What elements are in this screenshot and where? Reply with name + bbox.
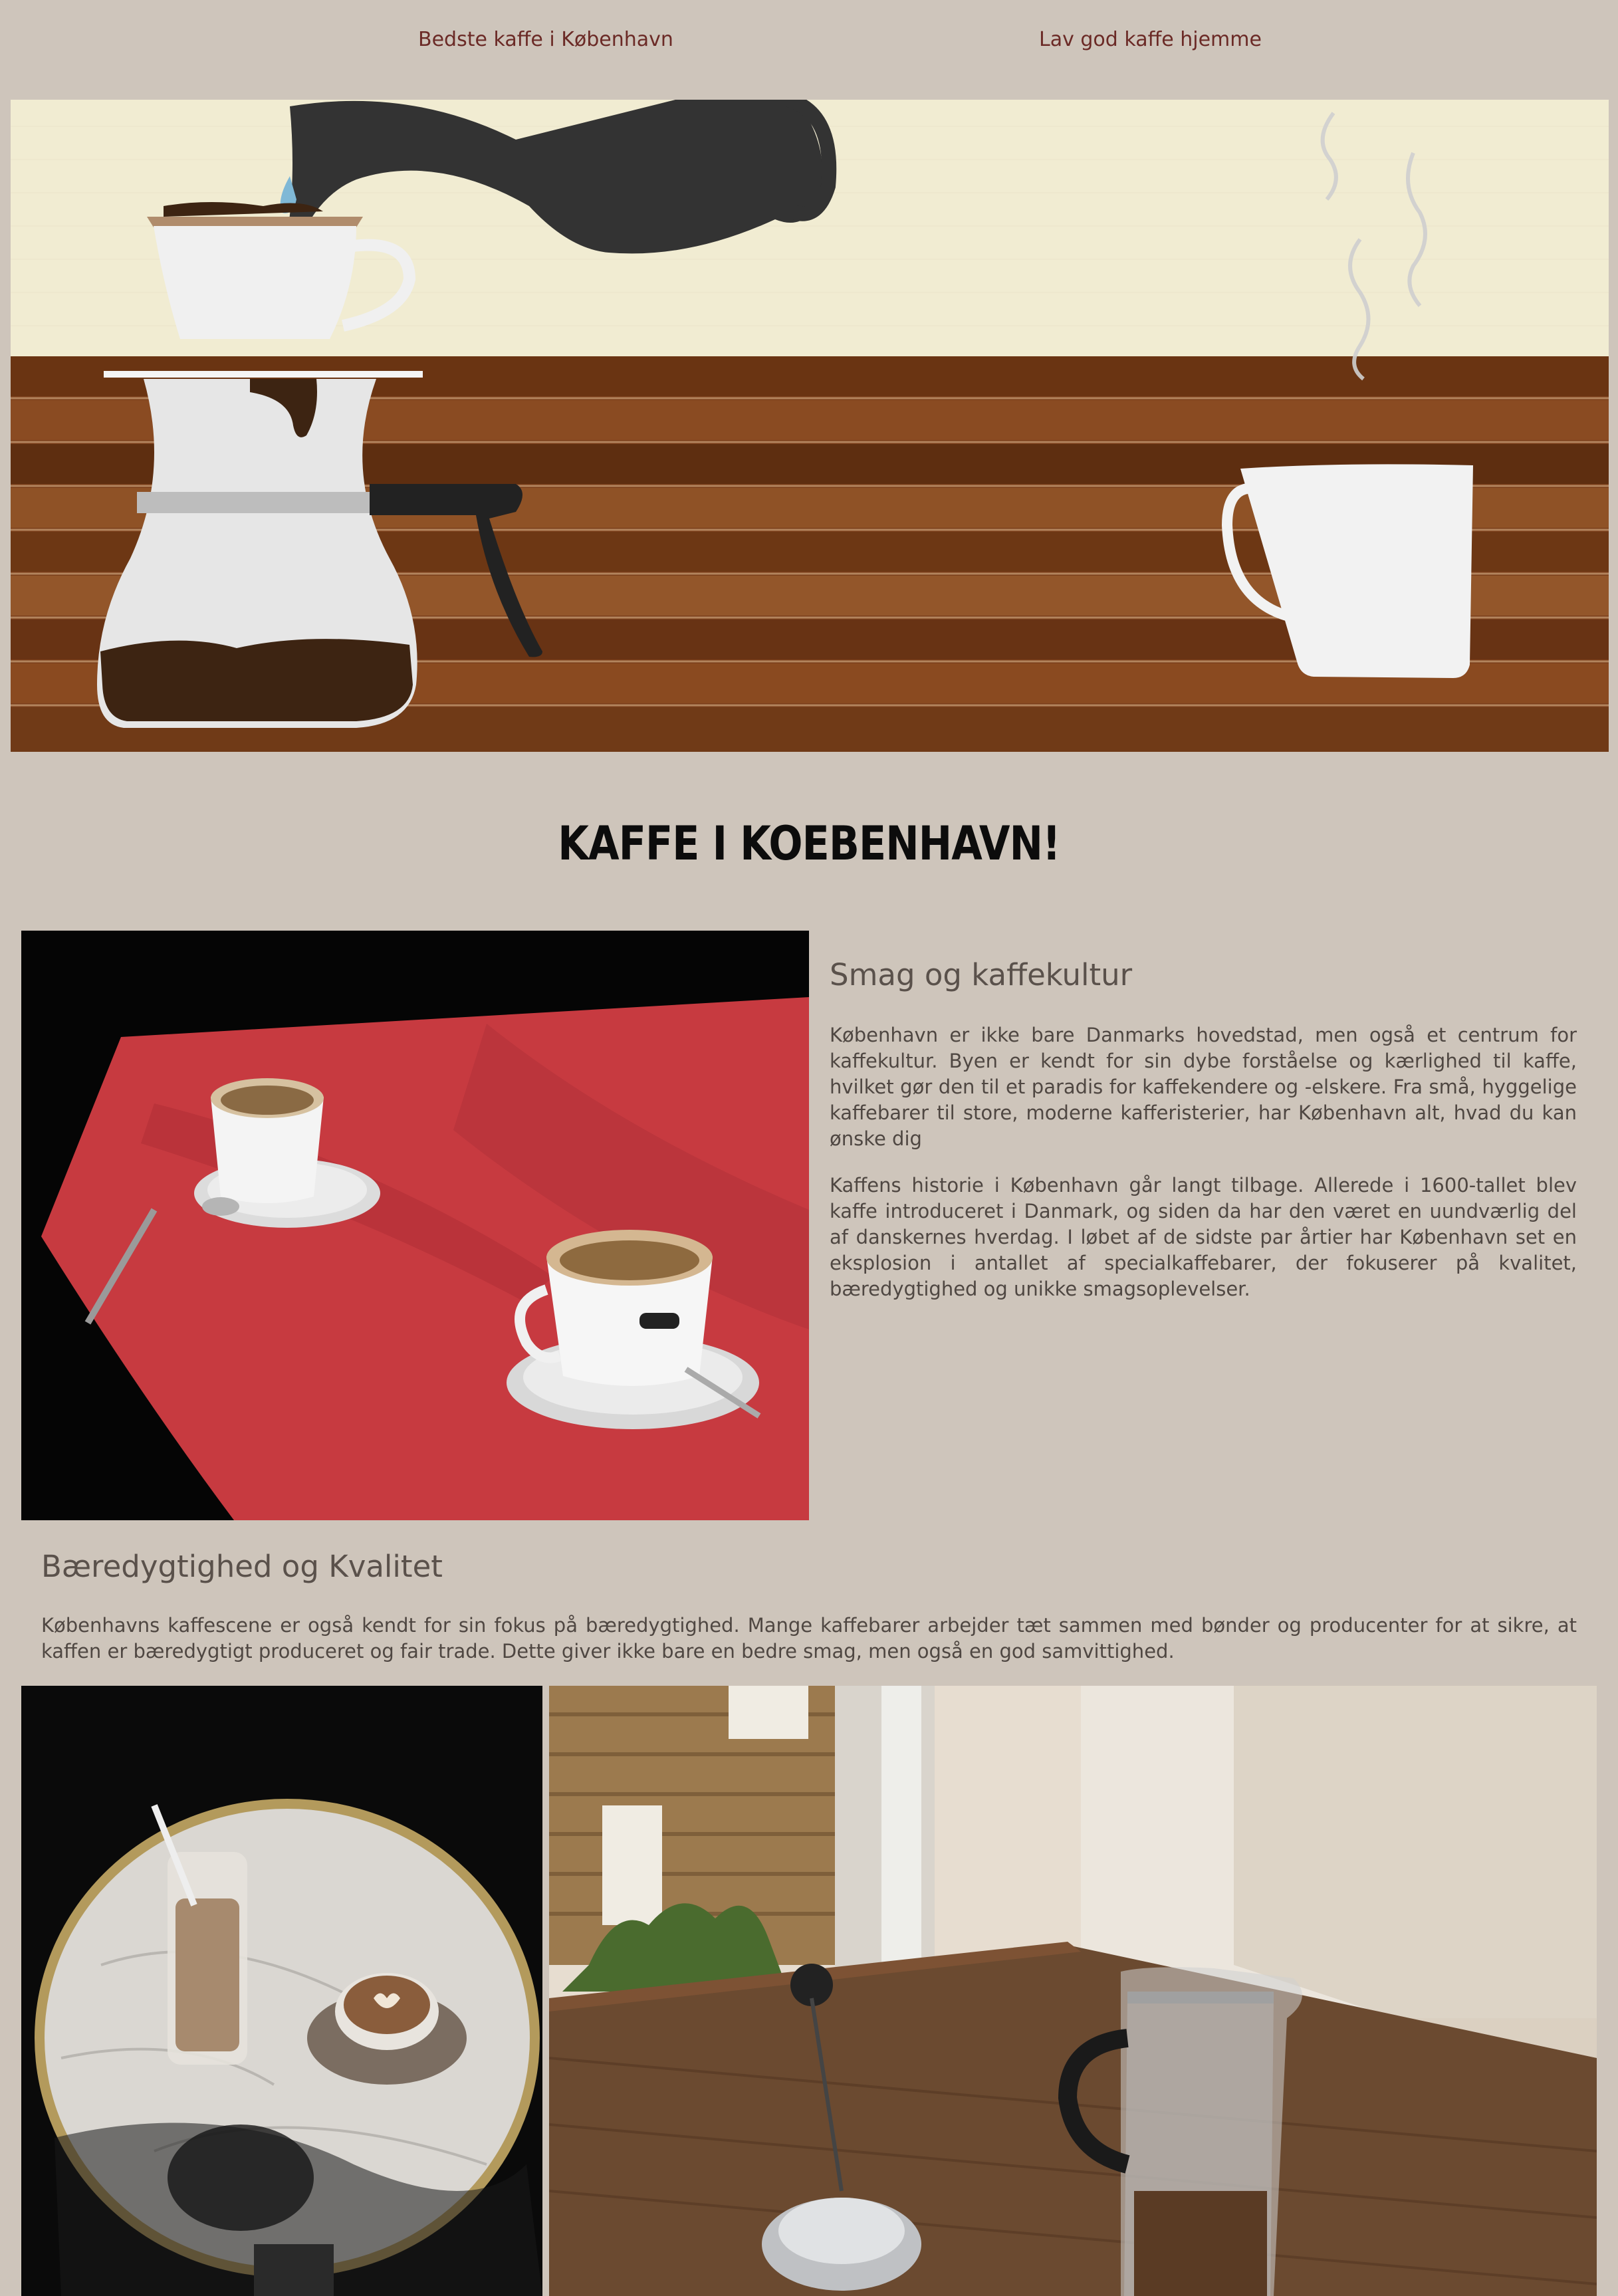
hero-svg: [11, 100, 1609, 752]
page-title: KAFFE I KOEBENHAVN!: [558, 816, 1060, 871]
french-press-photo-svg: [549, 1686, 1597, 2296]
section1-heading: Smag og kaffekultur: [830, 957, 1133, 992]
top-navigation: Bedste kaffe i København Lav god kaffe h…: [0, 0, 1618, 82]
french-press-window-photo: [549, 1686, 1597, 2296]
latte-photo-svg: [21, 1686, 542, 2296]
latte-marble-table-photo: [21, 1686, 542, 2296]
section2-paragraph: Københavns kaffescene er også kendt for …: [41, 1614, 1577, 1663]
nav-link-make-coffee-home[interactable]: Lav god kaffe hjemme: [1039, 28, 1262, 51]
section1-paragraph2: Kaffens historie i København går langt t…: [830, 1174, 1577, 1300]
hero-illustration: [11, 100, 1609, 752]
espresso-cups-photo: [21, 931, 809, 1520]
espresso-photo-svg: [21, 931, 809, 1520]
nav-link-best-coffee[interactable]: Bedste kaffe i København: [418, 28, 673, 51]
section1-paragraph1: København er ikke bare Danmarks hovedsta…: [830, 1024, 1577, 1150]
section2-heading: Bæredygtighed og Kvalitet: [41, 1549, 443, 1584]
